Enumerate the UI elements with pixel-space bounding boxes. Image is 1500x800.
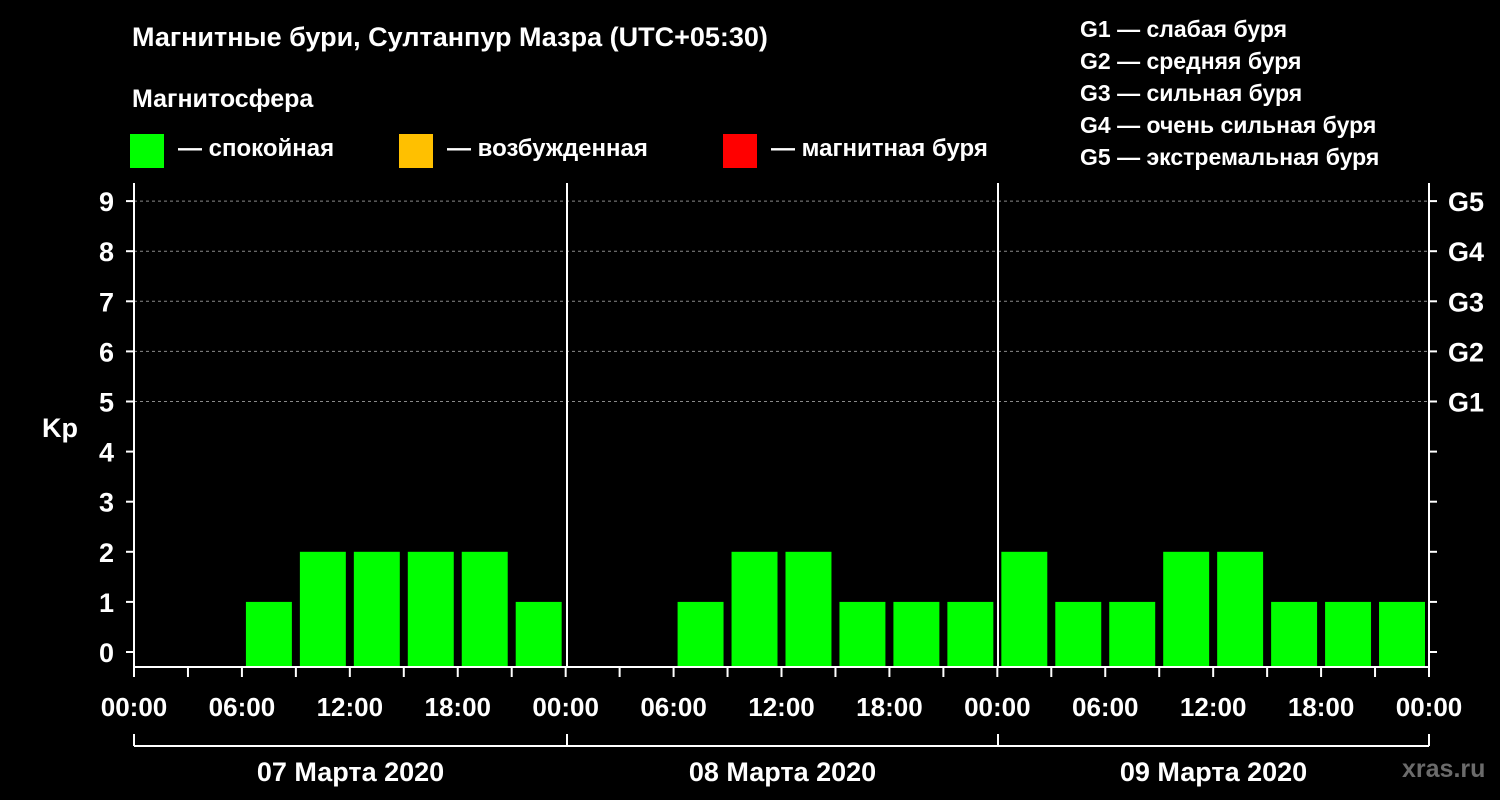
y-tick-label-2: 2 xyxy=(99,538,114,568)
kp-bar-3 xyxy=(299,551,346,667)
kp-bar-17 xyxy=(1055,601,1102,667)
day-label-0: 07 Марта 2020 xyxy=(257,757,444,787)
kp-bar-16 xyxy=(1001,551,1048,667)
kp-bar-4 xyxy=(353,551,400,667)
kp-bar-19 xyxy=(1163,551,1210,667)
day-label-1: 08 Марта 2020 xyxy=(689,757,876,787)
y-tick-label-6: 6 xyxy=(99,337,114,367)
kp-bar-12 xyxy=(785,551,832,667)
kp-bar-11 xyxy=(731,551,778,667)
y-tick-label-4: 4 xyxy=(99,438,114,468)
day-label-2: 09 Марта 2020 xyxy=(1120,757,1307,787)
x-tick-label-3: 18:00 xyxy=(425,692,492,722)
kp-bar-5 xyxy=(407,551,454,667)
x-tick-label-7: 18:00 xyxy=(856,692,923,722)
x-tick-label-12: 00:00 xyxy=(1396,692,1463,722)
y-tick-label-0: 0 xyxy=(99,638,114,668)
g-tick-label-G4: G4 xyxy=(1448,237,1484,267)
g-tick-label-G2: G2 xyxy=(1448,337,1484,367)
kp-bar-15 xyxy=(947,601,994,667)
g-tick-label-G3: G3 xyxy=(1448,287,1484,317)
y-tick-label-1: 1 xyxy=(99,588,114,618)
x-tick-label-5: 06:00 xyxy=(640,692,707,722)
kp-bar-18 xyxy=(1109,601,1156,667)
kp-bar-14 xyxy=(893,601,940,667)
g-tick-label-G5: G5 xyxy=(1448,187,1484,217)
kp-bar-20 xyxy=(1217,551,1264,667)
y-tick-label-7: 7 xyxy=(99,287,114,317)
x-tick-label-0: 00:00 xyxy=(101,692,168,722)
kp-chart: 0 1 2 3 4 5 6 7 8 9 G1 G2 G3 G4 G5 00:00 06:00 12:00 18:00… xyxy=(99,183,1484,787)
y-tick-label-8: 8 xyxy=(99,237,114,267)
x-tick-label-10: 12:00 xyxy=(1180,692,1247,722)
kp-bar-2 xyxy=(245,601,292,667)
kp-bar-22 xyxy=(1325,601,1372,667)
y-tick-label-5: 5 xyxy=(99,388,114,418)
x-tick-label-2: 12:00 xyxy=(317,692,384,722)
kp-bar-10 xyxy=(677,601,724,667)
y-tick-label-9: 9 xyxy=(99,187,114,217)
kp-bar-23 xyxy=(1379,601,1425,667)
g-tick-label-G1: G1 xyxy=(1448,388,1484,418)
kp-bar-7 xyxy=(515,601,562,667)
kp-bar-13 xyxy=(839,601,886,667)
x-tick-label-6: 12:00 xyxy=(748,692,815,722)
x-tick-label-9: 06:00 xyxy=(1072,692,1139,722)
kp-bar-21 xyxy=(1271,601,1318,667)
x-tick-label-4: 00:00 xyxy=(532,692,599,722)
x-tick-label-8: 00:00 xyxy=(964,692,1031,722)
x-tick-label-1: 06:00 xyxy=(209,692,276,722)
x-tick-label-11: 18:00 xyxy=(1288,692,1355,722)
kp-bar-6 xyxy=(461,551,508,667)
y-tick-label-3: 3 xyxy=(99,488,114,518)
